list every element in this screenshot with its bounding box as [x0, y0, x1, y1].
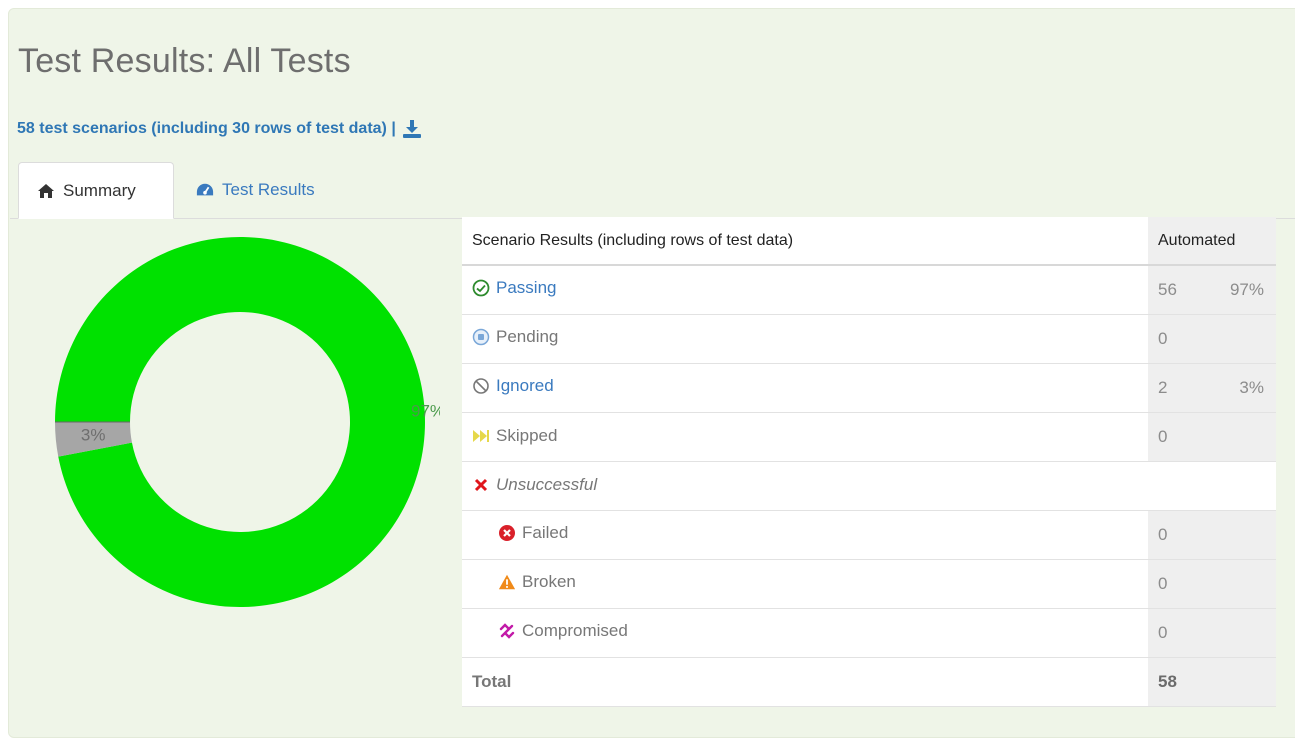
tab-summary-label: Summary [63, 180, 136, 200]
skipped-label: Skipped [496, 425, 558, 445]
table-row-failed: Failed 0 [462, 510, 1276, 560]
results-donut-chart: 97% 3% [55, 236, 440, 607]
table-row-total: Total 58 [462, 657, 1276, 707]
failed-label: Failed [522, 522, 569, 542]
donut-label-passing: 97% [411, 401, 440, 420]
ban-icon [472, 377, 490, 395]
scenario-results-table: Scenario Results (including rows of test… [462, 217, 1276, 707]
pending-circle-icon [472, 328, 490, 346]
page-title: Test Results: All Tests [18, 42, 351, 80]
broken-label: Broken [522, 571, 576, 591]
tab-test-results-label: Test Results [222, 180, 315, 199]
skipped-count: 0 [1158, 426, 1168, 446]
tab-bar: Summary Test Results [10, 162, 1295, 219]
dashboard-icon [196, 181, 214, 199]
x-icon [472, 476, 490, 494]
passing-percent: 97% [1229, 279, 1264, 299]
scenario-summary-text: 58 test scenarios (including 30 rows of … [17, 120, 396, 137]
download-icon[interactable] [402, 120, 422, 138]
times-circle-icon [498, 524, 516, 542]
table-row-unsuccessful: Unsuccessful [462, 461, 1276, 511]
fast-forward-icon [472, 427, 490, 445]
header-automated: Automated [1148, 217, 1276, 266]
broken-count: 0 [1158, 573, 1168, 593]
tab-summary[interactable]: Summary [18, 162, 174, 219]
tab-test-results[interactable]: Test Results [196, 162, 315, 218]
header-scenario-results: Scenario Results (including rows of test… [462, 217, 1148, 266]
table-row-passing: Passing 56 97% [462, 265, 1276, 315]
compromised-count: 0 [1158, 622, 1168, 642]
home-icon [37, 182, 55, 200]
ignored-link[interactable]: Ignored [496, 376, 554, 396]
pending-count: 0 [1158, 328, 1168, 348]
passing-link[interactable]: Passing [496, 278, 556, 298]
table-row-pending: Pending 0 [462, 314, 1276, 364]
table-row-skipped: Skipped 0 [462, 412, 1276, 462]
table-header-row: Scenario Results (including rows of test… [462, 217, 1276, 266]
table-row-broken: Broken 0 [462, 559, 1276, 609]
compromised-label: Compromised [522, 620, 628, 640]
total-label: Total [462, 657, 1148, 707]
donut-label-ignored: 3% [81, 425, 106, 444]
pending-label: Pending [496, 326, 559, 346]
passing-count: 56 [1158, 279, 1177, 299]
total-value: 58 [1158, 671, 1177, 691]
failed-count: 0 [1158, 524, 1168, 544]
scenario-summary: 58 test scenarios (including 30 rows of … [17, 120, 422, 138]
chain-broken-icon [498, 622, 516, 640]
unsuccessful-label: Unsuccessful [496, 474, 598, 494]
warning-icon [498, 573, 516, 591]
table-row-compromised: Compromised 0 [462, 608, 1276, 658]
ignored-percent: 3% [1239, 377, 1264, 397]
check-circle-icon [472, 279, 490, 297]
table-row-ignored: Ignored 2 3% [462, 363, 1276, 413]
ignored-count: 2 [1158, 377, 1168, 397]
